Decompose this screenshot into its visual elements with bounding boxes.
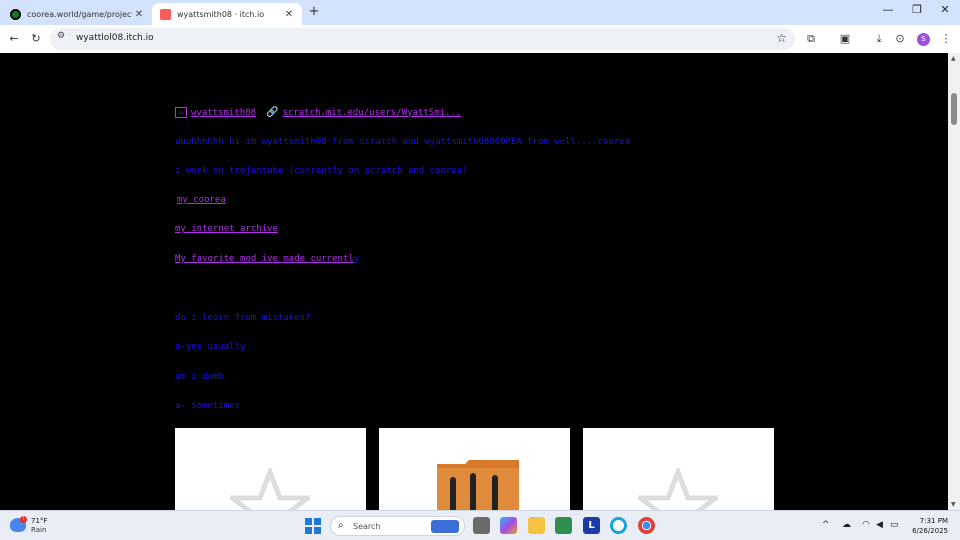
game-card[interactable] — [583, 428, 774, 510]
reload-icon[interactable]: ↻ — [28, 31, 44, 47]
close-window-button[interactable]: ✕ — [930, 3, 960, 16]
game-card[interactable] — [379, 428, 570, 510]
link-icon: 🔗 — [266, 107, 279, 118]
user-avatar-icon: ▭ — [175, 107, 187, 118]
taskbar-search[interactable]: ⌕ Search — [330, 516, 465, 536]
weather-alert-icon: ! — [20, 516, 27, 523]
favorite-mod-link[interactable]: My favorite mod ive made currentl — [175, 254, 354, 264]
internet-archive-link[interactable]: my internet archive — [175, 224, 278, 234]
url-text: wyattlol08.itch.io — [76, 33, 154, 43]
windows-taskbar: ! 71°F Rain ⌕ Search L ^ ☁ ◠ ◀ ▭ 7:31 PM… — [0, 510, 960, 540]
question-1: do i learn from mistakes? — [175, 313, 311, 323]
page-viewport: ▭ wyattsmith08 🔗 scratch.mit.edu/users/W… — [0, 53, 948, 510]
search-highlight-icon — [431, 520, 459, 533]
search-icon: ⌕ — [338, 520, 344, 531]
placeholder-star-icon — [638, 468, 718, 510]
weather-condition: Rain — [31, 526, 47, 534]
lexia-icon[interactable]: L — [583, 517, 600, 534]
scroll-thumb[interactable] — [951, 93, 957, 125]
browser-toolbar: ← ↻ ⚙ wyattlol08.itch.io ☆ ⧉ ▣ ⤓ ⊙ ⋮ — [0, 25, 960, 53]
game-card[interactable] — [175, 428, 366, 510]
question-2: am i dumb — [175, 372, 224, 382]
tab-close-icon[interactable]: ✕ — [132, 9, 146, 20]
bookmark-star-icon[interactable]: ☆ — [776, 31, 787, 45]
task-view-icon[interactable] — [473, 517, 490, 534]
menu-icon[interactable]: ⋮ — [938, 31, 954, 47]
tab-title: coorea.world/game/projects/... — [27, 9, 132, 19]
minimize-button[interactable]: — — [873, 3, 903, 16]
tab-close-icon[interactable]: ✕ — [282, 9, 296, 20]
alexa-icon[interactable] — [610, 517, 627, 534]
clock-time: 7:31 PM — [919, 517, 948, 525]
work-text: i work on trojantube (currently on scrat… — [175, 166, 468, 176]
copilot-icon[interactable] — [500, 517, 517, 534]
site-info-icon[interactable]: ⚙ — [57, 31, 65, 41]
new-tab-button[interactable]: + — [306, 4, 322, 20]
weather-widget[interactable]: ! 71°F Rain — [10, 516, 70, 536]
wifi-icon[interactable]: ◠ — [862, 520, 870, 530]
answer-1: a-yes usually — [175, 342, 246, 352]
profile-avatar[interactable]: S — [917, 33, 930, 46]
restore-button[interactable]: ❐ — [902, 3, 932, 16]
store-icon[interactable] — [555, 517, 572, 534]
battery-icon[interactable]: ▭ — [890, 520, 899, 530]
coorea-favicon-icon — [10, 8, 21, 20]
intro-text: uuuhhhhhh hi im wyattsmith08 from scratc… — [175, 137, 631, 147]
folder-thumbnail-icon — [437, 460, 519, 510]
scroll-down-icon[interactable]: ▼ — [951, 501, 956, 508]
download-icon[interactable]: ⤓ — [871, 31, 887, 47]
tab-title: wyattsmith08 · itch.io — [177, 9, 265, 19]
answer-2: a- sometimes — [175, 401, 241, 411]
mod-link-line: My favorite mod ive made currently — [175, 254, 359, 264]
system-clock[interactable]: 7:31 PM 6/26/2025 — [908, 516, 948, 536]
windows-logo-icon — [305, 518, 312, 525]
tab-search-icon[interactable]: ▣ — [837, 31, 853, 47]
scratch-profile-link[interactable]: scratch.mit.edu/users/WyattSmi... — [282, 108, 461, 118]
page-scrollbar[interactable]: ▲ ▼ — [948, 53, 960, 510]
archive-link-line: my internet archive — [175, 224, 278, 234]
coorea-link-line: my coorea — [177, 195, 226, 205]
weather-temp: 71°F — [31, 517, 48, 525]
tray-chevron-icon[interactable]: ^ — [822, 520, 830, 530]
onedrive-icon[interactable]: ☁ — [842, 520, 851, 530]
chrome-icon[interactable] — [638, 517, 655, 534]
username-link[interactable]: wyattsmith08 — [191, 108, 256, 118]
clock-date: 6/26/2025 — [912, 527, 948, 535]
my-coorea-link[interactable]: my coorea — [177, 195, 226, 205]
volume-icon[interactable]: ◀ — [876, 520, 883, 530]
address-bar[interactable]: ⚙ wyattlol08.itch.io ☆ — [50, 28, 795, 50]
file-explorer-icon[interactable] — [528, 517, 545, 534]
tab-coorea[interactable]: coorea.world/game/projects/... ✕ — [2, 3, 152, 25]
tab-strip: coorea.world/game/projects/... ✕ wyattsm… — [0, 0, 960, 25]
scroll-up-icon[interactable]: ▲ — [951, 55, 956, 62]
favorite-mod-link-tail[interactable]: y — [354, 254, 359, 264]
screenshot-icon[interactable]: ⊙ — [892, 31, 908, 47]
tab-itch[interactable]: wyattsmith08 · itch.io ✕ — [152, 3, 302, 25]
extensions-icon[interactable]: ⧉ — [803, 31, 819, 47]
back-icon[interactable]: ← — [6, 31, 22, 47]
itch-favicon-icon — [160, 8, 171, 20]
placeholder-star-icon — [230, 468, 310, 510]
profile-header: ▭ wyattsmith08 🔗 scratch.mit.edu/users/W… — [175, 107, 461, 118]
search-placeholder: Search — [353, 522, 381, 531]
start-button[interactable] — [305, 518, 321, 534]
